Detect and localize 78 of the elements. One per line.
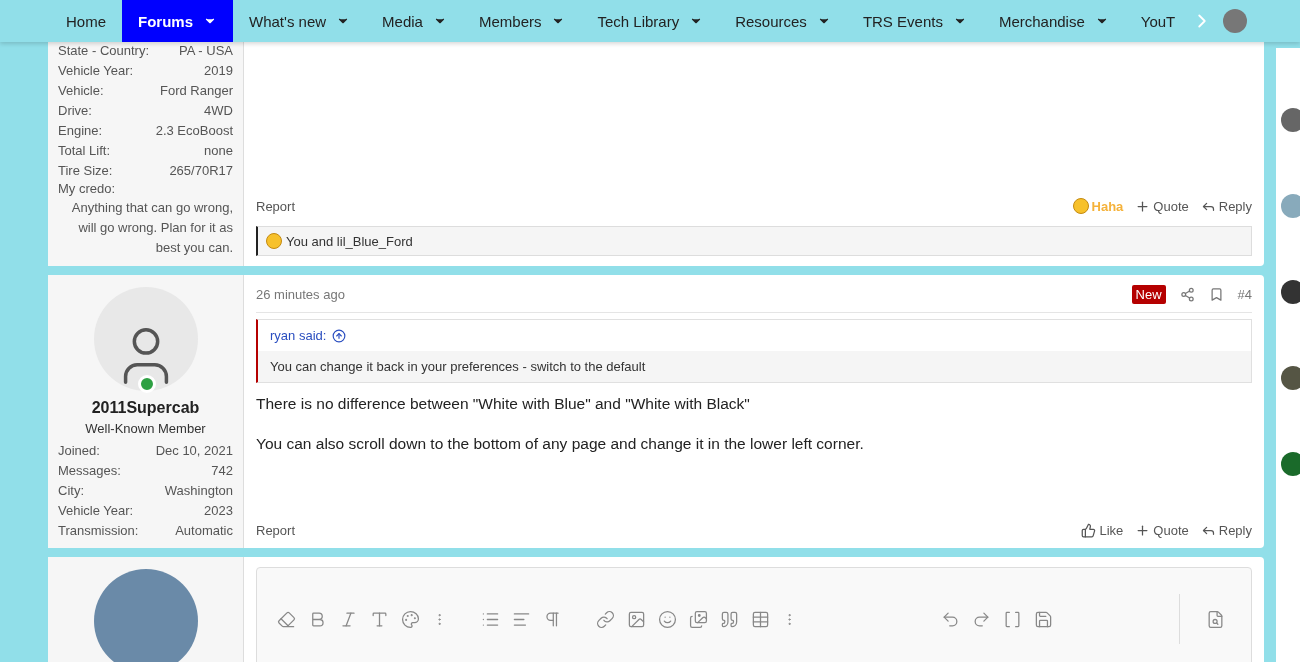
field-value: 2.3 EcoBoost xyxy=(154,122,233,140)
field-value: Automatic xyxy=(174,522,233,540)
reply-button[interactable]: Reply xyxy=(1200,523,1252,538)
avatar-placeholder xyxy=(1281,194,1300,218)
field-label: Drive: xyxy=(58,102,93,120)
link-icon[interactable] xyxy=(596,609,615,629)
media-icon[interactable] xyxy=(689,609,708,629)
nav-tab[interactable]: Media xyxy=(366,0,463,42)
field-value: PA - USA xyxy=(178,42,233,60)
report-link[interactable]: Report xyxy=(256,523,1070,538)
field-label: State - Country: xyxy=(58,42,150,60)
field-label: Messages: xyxy=(58,462,122,480)
nav-tab[interactable]: Members xyxy=(462,0,582,42)
username-link[interactable]: 2011Supercab xyxy=(91,399,200,417)
field-label: Vehicle Year: xyxy=(58,62,135,80)
field-value: Dec 10, 2021 xyxy=(154,442,233,460)
laughing-emoji-icon xyxy=(266,233,282,249)
reaction-button[interactable]: Like xyxy=(1081,523,1124,538)
nav-tab[interactable]: Tech Library xyxy=(581,0,720,42)
field-label: Engine: xyxy=(58,122,104,140)
avatar-placeholder xyxy=(1281,280,1300,304)
avatar-placeholder xyxy=(1281,452,1300,476)
field-value: none xyxy=(203,142,233,160)
avatar-placeholder[interactable] xyxy=(1223,9,1248,33)
nav-tab[interactable]: Resources xyxy=(719,0,847,42)
plus-icon xyxy=(1135,198,1151,214)
nav-tab[interactable]: Forums xyxy=(122,0,234,42)
avatar-placeholder xyxy=(1281,108,1300,132)
post-time[interactable]: 26 minutes ago xyxy=(256,287,1118,302)
smiley-icon[interactable] xyxy=(658,609,677,629)
field-value: 4WD xyxy=(203,102,233,120)
field-value: Ford Ranger xyxy=(159,82,233,100)
quote-button[interactable]: Quote xyxy=(1135,198,1189,214)
nav-tab[interactable]: TRS Events xyxy=(846,0,983,42)
user-title: Well-Known Member xyxy=(85,421,206,436)
credo-text: Anything that can go wrong, will go wrong. Plan for it as best you can. xyxy=(70,199,233,257)
reactions-bar[interactable]: You and lil_Blue_Ford xyxy=(256,226,1252,256)
share-icon[interactable] xyxy=(1179,287,1195,302)
field-value: Washington xyxy=(163,482,233,500)
field-label: My credo: xyxy=(58,180,116,198)
field-label: Joined: xyxy=(58,442,101,460)
brackets-icon[interactable] xyxy=(1003,609,1022,629)
field-label: City: xyxy=(58,482,85,500)
palette-icon[interactable] xyxy=(401,609,420,629)
preview-icon xyxy=(1206,609,1225,629)
image-icon[interactable] xyxy=(627,609,646,629)
plus-icon xyxy=(1135,523,1151,538)
avatar-placeholder xyxy=(1281,366,1300,390)
nav-tab[interactable]: What's new xyxy=(233,0,367,42)
eraser-icon[interactable] xyxy=(277,609,296,629)
quote-button[interactable]: Quote xyxy=(1135,523,1189,538)
table-icon[interactable] xyxy=(751,609,770,629)
reply-button[interactable]: Reply xyxy=(1200,198,1252,214)
report-link[interactable]: Report xyxy=(256,198,1061,214)
field-label: Vehicle: xyxy=(58,82,105,100)
arrow-up-icon[interactable] xyxy=(332,328,347,343)
laughing-emoji-icon xyxy=(1072,198,1089,214)
quote-author-link[interactable]: ryan said: xyxy=(270,328,327,343)
post-text: There is no difference between "White with Blue" and "White with Black" xyxy=(256,395,751,413)
save-icon[interactable] xyxy=(1034,609,1053,629)
post-text: You can also scroll down to the bottom of any page and change it in the lower left corner. xyxy=(256,435,865,453)
new-label: New xyxy=(1131,285,1166,304)
post-number[interactable]: #4 xyxy=(1237,287,1252,302)
field-value: 742 xyxy=(210,462,233,480)
field-value: 2023 xyxy=(203,502,233,520)
nav-tab[interactable]: YouT xyxy=(1124,0,1192,42)
nav-tab[interactable]: Home xyxy=(50,0,122,42)
quote-icon[interactable] xyxy=(720,609,739,629)
bookmark-icon[interactable] xyxy=(1208,287,1224,302)
field-label: Total Lift: xyxy=(58,142,112,160)
field-label: Transmission: xyxy=(58,522,139,540)
field-label: Vehicle Year: xyxy=(58,502,135,520)
nav-tab[interactable]: Merchandise xyxy=(982,0,1125,42)
quote-text: You can change it back in your preferences - switch to the default xyxy=(258,351,1251,382)
field-value: 265/70R17 xyxy=(168,162,233,180)
field-value: 2019 xyxy=(203,62,233,80)
field-label: Tire Size: xyxy=(58,162,114,180)
thumbs-up-icon xyxy=(1081,523,1097,538)
